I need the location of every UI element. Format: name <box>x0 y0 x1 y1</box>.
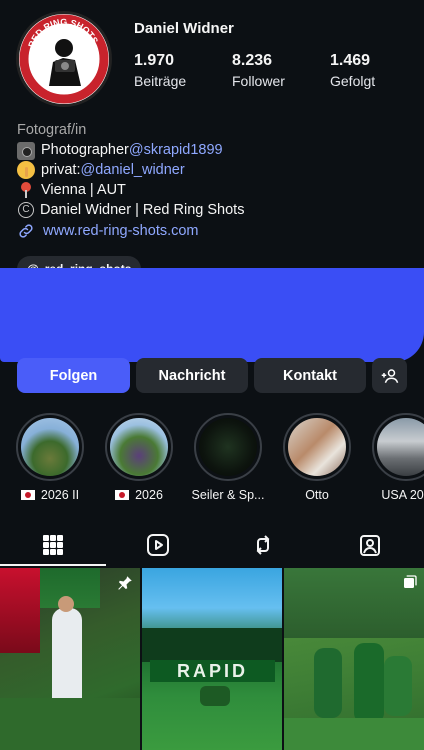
stat-following-value: 1.469 <box>330 52 371 69</box>
add-person-icon <box>381 368 398 383</box>
bio-line1-text: Photographer <box>41 142 129 158</box>
location-pin-emoji-icon <box>19 181 33 199</box>
stadium-stand <box>142 628 282 662</box>
profile-avatar[interactable]: RED RING SHOTS <box>16 11 112 107</box>
stat-following-label: Gefolgt <box>330 73 376 89</box>
bio-category: Fotograf/in <box>17 122 87 138</box>
tab-tagged[interactable] <box>350 527 390 563</box>
japan-flag-icon <box>20 490 35 500</box>
team-huddle <box>200 686 230 706</box>
highlight-label: Seiler & Sp... <box>191 488 265 502</box>
player-figure <box>384 656 412 716</box>
bio-line-private: privat: @daniel_widner <box>17 160 244 180</box>
highlight-cover <box>21 418 79 476</box>
stat-posts-label: Beiträge <box>134 73 187 89</box>
repost-icon <box>256 535 270 555</box>
stat-posts-value: 1.970 <box>134 52 175 69</box>
shushing-face-emoji-icon <box>17 161 35 179</box>
player-figure <box>354 643 384 723</box>
bio-mention-private[interactable]: @daniel_widner <box>81 160 185 180</box>
player-head <box>58 596 74 612</box>
stadium-banner: RAPID <box>150 660 275 682</box>
bio-copyright: Daniel Widner | Red Ring Shots <box>40 202 245 218</box>
highlight-otto[interactable]: Otto <box>281 413 353 502</box>
link-icon <box>19 224 33 238</box>
highlight-cover <box>288 418 346 476</box>
carousel-icon <box>404 575 417 588</box>
post-thumbnail-1[interactable] <box>0 568 140 750</box>
website-url: www.red-ring-shots.com <box>43 223 199 239</box>
suggest-people-button[interactable] <box>372 358 407 393</box>
highlight-cover <box>110 418 168 476</box>
stat-followers-label: Follower <box>232 73 285 89</box>
copyright-icon: C <box>18 202 34 218</box>
stat-following[interactable]: 1.469 Gefolgt <box>330 52 424 89</box>
bio-line2-text: privat: <box>41 162 81 178</box>
tab-grid[interactable] <box>33 527 73 563</box>
bio-mention-skrapid[interactable]: @skrapid1899 <box>129 140 223 160</box>
red-ring-shots-logo: RED RING SHOTS <box>19 14 109 104</box>
highlight-label: USA 202 <box>381 488 424 502</box>
post-thumbnail-2[interactable]: RAPID <box>142 568 282 750</box>
post-thumbnail-3[interactable] <box>284 568 424 750</box>
pitch <box>284 718 424 750</box>
highlight-seiler[interactable]: Seiler & Sp... <box>192 413 264 502</box>
active-tab-indicator <box>0 564 106 566</box>
bio-line-photographer: Photographer @skrapid1899 <box>17 140 244 160</box>
profile-tabs <box>0 527 424 566</box>
bio-line-location: Vienna | AUT <box>17 180 244 200</box>
stat-posts[interactable]: 1.970 Beiträge <box>134 52 232 89</box>
tagged-icon <box>360 535 380 556</box>
pitch <box>0 698 140 750</box>
camera-emoji-icon <box>17 142 35 160</box>
profile-stats: 1.970 Beiträge 8.236 Follower 1.469 Gefo… <box>134 52 424 89</box>
profile-username: Daniel Widner <box>134 20 234 37</box>
stat-followers[interactable]: 8.236 Follower <box>232 52 330 89</box>
highlight-usa[interactable]: USA 202 <box>370 413 424 502</box>
tab-reels[interactable] <box>138 527 178 563</box>
highlight-label: Otto <box>305 488 329 502</box>
contact-button[interactable]: Kontakt <box>254 358 366 393</box>
player-figure <box>314 648 342 718</box>
highlight-cover <box>199 418 257 476</box>
tab-reposts[interactable] <box>243 527 283 563</box>
stat-followers-value: 8.236 <box>232 52 273 69</box>
player-figure <box>52 608 82 708</box>
japan-flag-icon <box>115 490 130 500</box>
bio-line-copyright: C Daniel Widner | Red Ring Shots <box>17 200 244 220</box>
profile-bio: Fotograf/in Photographer @skrapid1899 pr… <box>17 120 244 220</box>
follow-button[interactable]: Folgen <box>17 358 130 393</box>
redaction-overlay <box>0 268 424 362</box>
reels-icon <box>147 534 169 556</box>
highlight-2026[interactable]: 2026 <box>103 413 175 502</box>
post-grid: RAPID <box>0 568 424 750</box>
bio-website-link[interactable]: www.red-ring-shots.com <box>17 222 199 240</box>
highlight-label: 2026 <box>135 488 163 502</box>
highlight-label: 2026 II <box>40 488 80 502</box>
highlight-2026-ii[interactable]: 2026 II <box>14 413 86 502</box>
grid-icon <box>43 535 63 555</box>
highlight-cover <box>377 418 424 476</box>
bio-location: Vienna | AUT <box>41 182 126 198</box>
message-button[interactable]: Nachricht <box>136 358 248 393</box>
pin-icon <box>118 576 132 590</box>
flag-decor <box>0 568 40 653</box>
